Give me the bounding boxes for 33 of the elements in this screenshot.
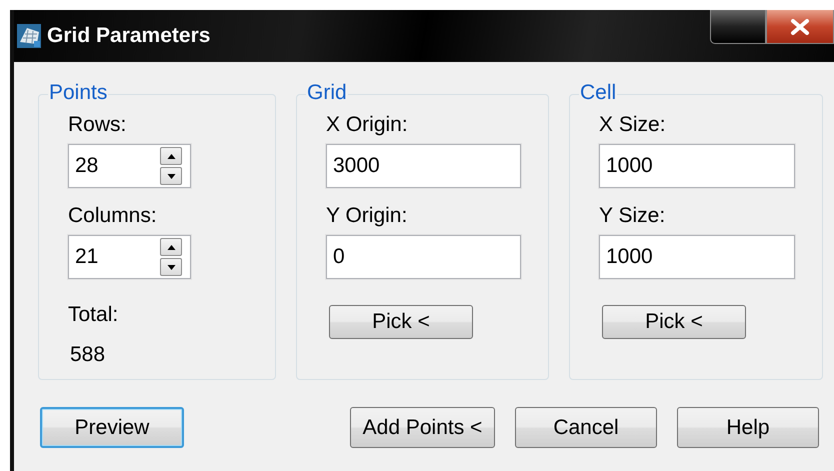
input-field[interactable]: 3000: [326, 144, 521, 188]
spin-up-button[interactable]: [160, 238, 182, 256]
triangle-down-icon: [166, 172, 176, 180]
field-label: Y Size:: [599, 204, 666, 228]
field-label: X Origin:: [326, 113, 408, 137]
pick-button[interactable]: Pick <: [602, 305, 746, 339]
spin-field[interactable]: 28: [68, 144, 191, 188]
preview-button[interactable]: Preview: [40, 407, 184, 448]
pick-button[interactable]: Pick <: [329, 305, 473, 339]
triangle-up-icon: [166, 152, 176, 160]
total-value: 588: [70, 343, 106, 367]
field-label: Rows:: [68, 113, 126, 137]
spin-field[interactable]: 21: [68, 235, 191, 279]
field-label: Total:: [68, 303, 118, 327]
field-label: X Size:: [599, 113, 666, 137]
input-field[interactable]: 1000: [599, 144, 795, 188]
spin-down-button[interactable]: [160, 167, 182, 185]
window-title: Grid Parameters: [47, 24, 210, 48]
help-button[interactable]: Help: [677, 407, 819, 448]
close-icon: [789, 18, 811, 34]
triangle-down-icon: [166, 264, 176, 270]
app-icon: [17, 24, 41, 48]
minimize-button[interactable]: [710, 10, 766, 44]
spin-down-button[interactable]: [160, 258, 182, 276]
cancel-button[interactable]: Cancel: [515, 407, 657, 448]
field-label: Y Origin:: [326, 204, 408, 228]
close-button[interactable]: [766, 10, 834, 44]
spin-up-button[interactable]: [160, 147, 182, 165]
add-points-button[interactable]: Add Points <: [350, 407, 495, 448]
field-label: Columns:: [68, 204, 157, 228]
input-field[interactable]: 1000: [599, 235, 795, 279]
input-field[interactable]: 0: [326, 235, 521, 279]
triangle-up-icon: [166, 244, 176, 250]
